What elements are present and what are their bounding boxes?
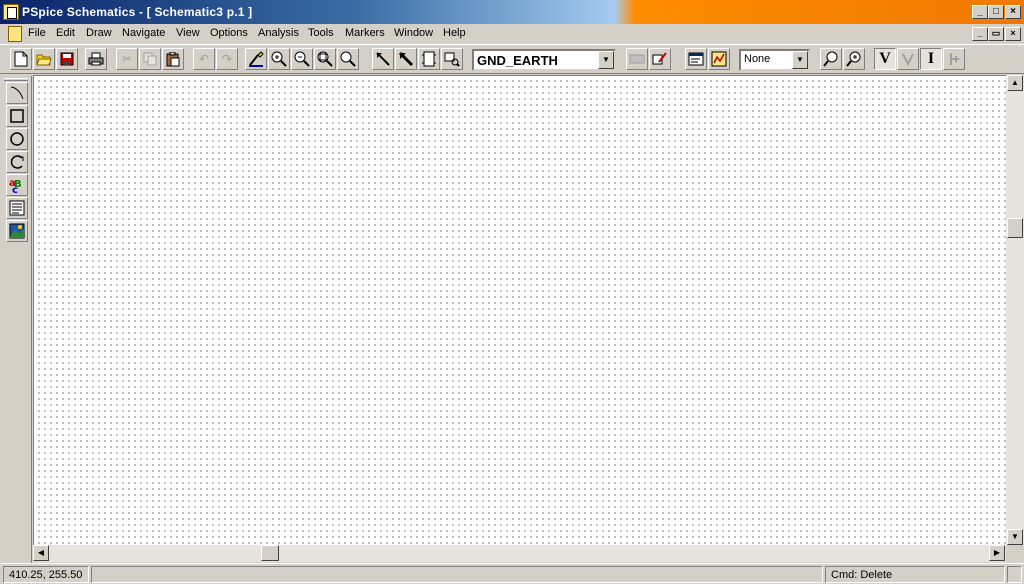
menu-navigate[interactable]: Navigate [122,27,165,39]
edit-attributes-icon[interactable] [626,48,648,70]
paste-clipboard-icon[interactable] [162,48,184,70]
current-marker-button[interactable]: I [920,48,942,70]
redraw-icon[interactable] [245,48,267,70]
menu-draw[interactable]: Draw [86,27,112,39]
get-part-icon[interactable] [441,48,463,70]
chevron-down-icon[interactable]: ▼ [792,51,808,69]
scroll-left-arrow-icon[interactable]: ◀ [33,545,49,561]
scroll-right-arrow-icon[interactable]: ▶ [989,545,1005,561]
current-marker-label: I [927,50,935,67]
menu-window[interactable]: Window [394,27,433,39]
power-marker-icon[interactable] [943,48,965,70]
cut-scissors-icon[interactable]: ✂ [116,48,138,70]
horizontal-scroll-thumb[interactable] [261,545,279,561]
status-bar: 410.25, 255.50 Cmd: Delete [0,563,1024,584]
voltage-marker-button[interactable]: V [874,48,896,70]
title-bar[interactable]: PSpice Schematics - [ Schematic3 p.1 ] _… [0,0,1024,24]
draw-circle-icon[interactable] [6,128,28,150]
draw-bus-icon[interactable] [395,48,417,70]
scroll-down-arrow-icon[interactable]: ▼ [1007,529,1023,545]
new-file-icon[interactable] [10,48,32,70]
maximize-button[interactable]: □ [988,5,1004,19]
menu-options[interactable]: Options [210,27,248,39]
edit-symbol-icon[interactable] [649,48,671,70]
menu-file[interactable]: File [28,27,46,39]
doc-minimize-button[interactable]: _ [972,27,988,41]
toolbar: ✂ ↶ ↷ GND_EARTH ▼ None ▼ V I [0,44,1024,74]
draw-line-icon[interactable] [6,82,28,104]
zoom-area-icon[interactable] [314,48,336,70]
zoom-out-icon[interactable] [291,48,313,70]
status-extra-panel [1007,566,1022,583]
current-command: Cmd: Delete [825,566,1005,583]
print-icon[interactable] [85,48,107,70]
horizontal-scrollbar[interactable]: ◀ ▶ [33,545,1006,562]
zoom-fit-icon[interactable] [337,48,359,70]
marker-filter-value: None [744,53,771,65]
schematic-canvas[interactable] [33,75,1006,545]
setup-analysis-icon[interactable] [685,48,707,70]
doc-close-button[interactable]: × [1005,27,1021,41]
part-name-combo[interactable]: GND_EARTH ▼ [472,49,616,71]
redo-icon[interactable]: ↷ [216,48,238,70]
vertical-scrollbar[interactable]: ▲ ▼ [1006,75,1024,545]
save-disk-icon[interactable] [56,48,78,70]
palette-grip[interactable] [4,78,28,81]
draw-block-icon[interactable] [418,48,440,70]
scrollbar-corner [1006,545,1024,562]
show-bias-values-icon[interactable] [843,48,865,70]
menu-tools[interactable]: Tools [308,27,334,39]
status-message-panel [91,566,823,583]
insert-picture-icon[interactable] [6,220,28,242]
draw-box-icon[interactable] [6,105,28,127]
simulate-icon[interactable] [708,48,730,70]
part-name-value: GND_EARTH [477,53,558,68]
document-icon[interactable] [8,26,22,42]
menu-help[interactable]: Help [443,27,466,39]
pspice-app-icon[interactable] [3,4,19,20]
voltage-differential-icon[interactable] [897,48,919,70]
menu-view[interactable]: View [176,27,200,39]
copy-icon[interactable] [139,48,161,70]
open-folder-icon[interactable] [33,48,55,70]
marker-filter-combo[interactable]: None ▼ [739,49,810,71]
draw-wire-icon[interactable] [372,48,394,70]
menu-analysis[interactable]: Analysis [258,27,299,39]
minimize-button[interactable]: _ [972,5,988,19]
scroll-up-arrow-icon[interactable]: ▲ [1007,75,1023,91]
window-title: PSpice Schematics - [ Schematic3 p.1 ] [22,5,253,19]
menu-edit[interactable]: Edit [56,27,75,39]
doc-restore-button[interactable]: ▭ [988,27,1004,41]
text-box-icon[interactable] [6,197,28,219]
voltage-marker-label: V [879,50,891,67]
chevron-down-icon[interactable]: ▼ [598,51,614,69]
draw-arc-icon[interactable] [6,151,28,173]
text-icon[interactable]: aBc [6,174,28,196]
cursor-coordinates: 410.25, 255.50 [3,566,89,583]
drawing-tool-palette: aBc [0,76,32,566]
vertical-scroll-thumb[interactable] [1007,218,1023,238]
menu-bar: File Edit Draw Navigate View Options Ana… [0,24,1024,44]
undo-icon[interactable]: ↶ [193,48,215,70]
close-button[interactable]: × [1005,5,1021,19]
enable-bias-display-icon[interactable] [820,48,842,70]
svg-text:c: c [12,185,18,194]
menu-markers[interactable]: Markers [345,27,385,39]
zoom-in-icon[interactable] [268,48,290,70]
